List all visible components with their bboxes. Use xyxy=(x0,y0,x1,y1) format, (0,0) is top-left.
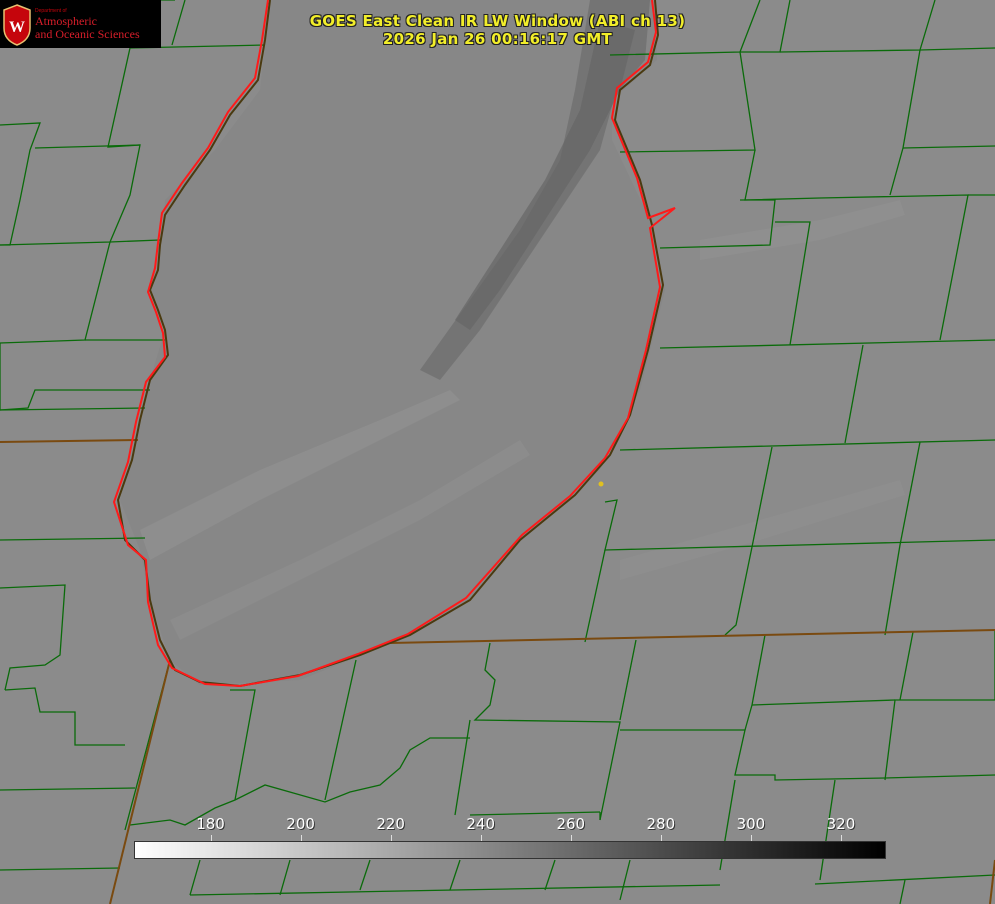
colorbar-tick-label: 240 xyxy=(466,815,496,833)
colorbar-tick-label: 280 xyxy=(646,815,676,833)
colorbar-tick-label: 320 xyxy=(826,815,856,833)
image-timestamp: 2026 Jan 26 00:16:17 GMT xyxy=(382,30,613,48)
image-title: GOES East Clean IR LW Window (ABI ch 13) xyxy=(309,12,686,30)
colorbar-tick-label: 300 xyxy=(736,815,766,833)
temperature-colorbar xyxy=(134,841,886,859)
ir-satellite-map xyxy=(0,0,995,904)
station-marker xyxy=(598,481,604,487)
colorbar-tick-label: 180 xyxy=(196,815,225,833)
colorbar-tick-label: 220 xyxy=(376,815,405,833)
satellite-viewer: W Department of Atmospheric and Oceanic … xyxy=(0,0,995,904)
colorbar-tick-label: 260 xyxy=(556,815,586,833)
colorbar-tick-label: 200 xyxy=(286,815,315,833)
